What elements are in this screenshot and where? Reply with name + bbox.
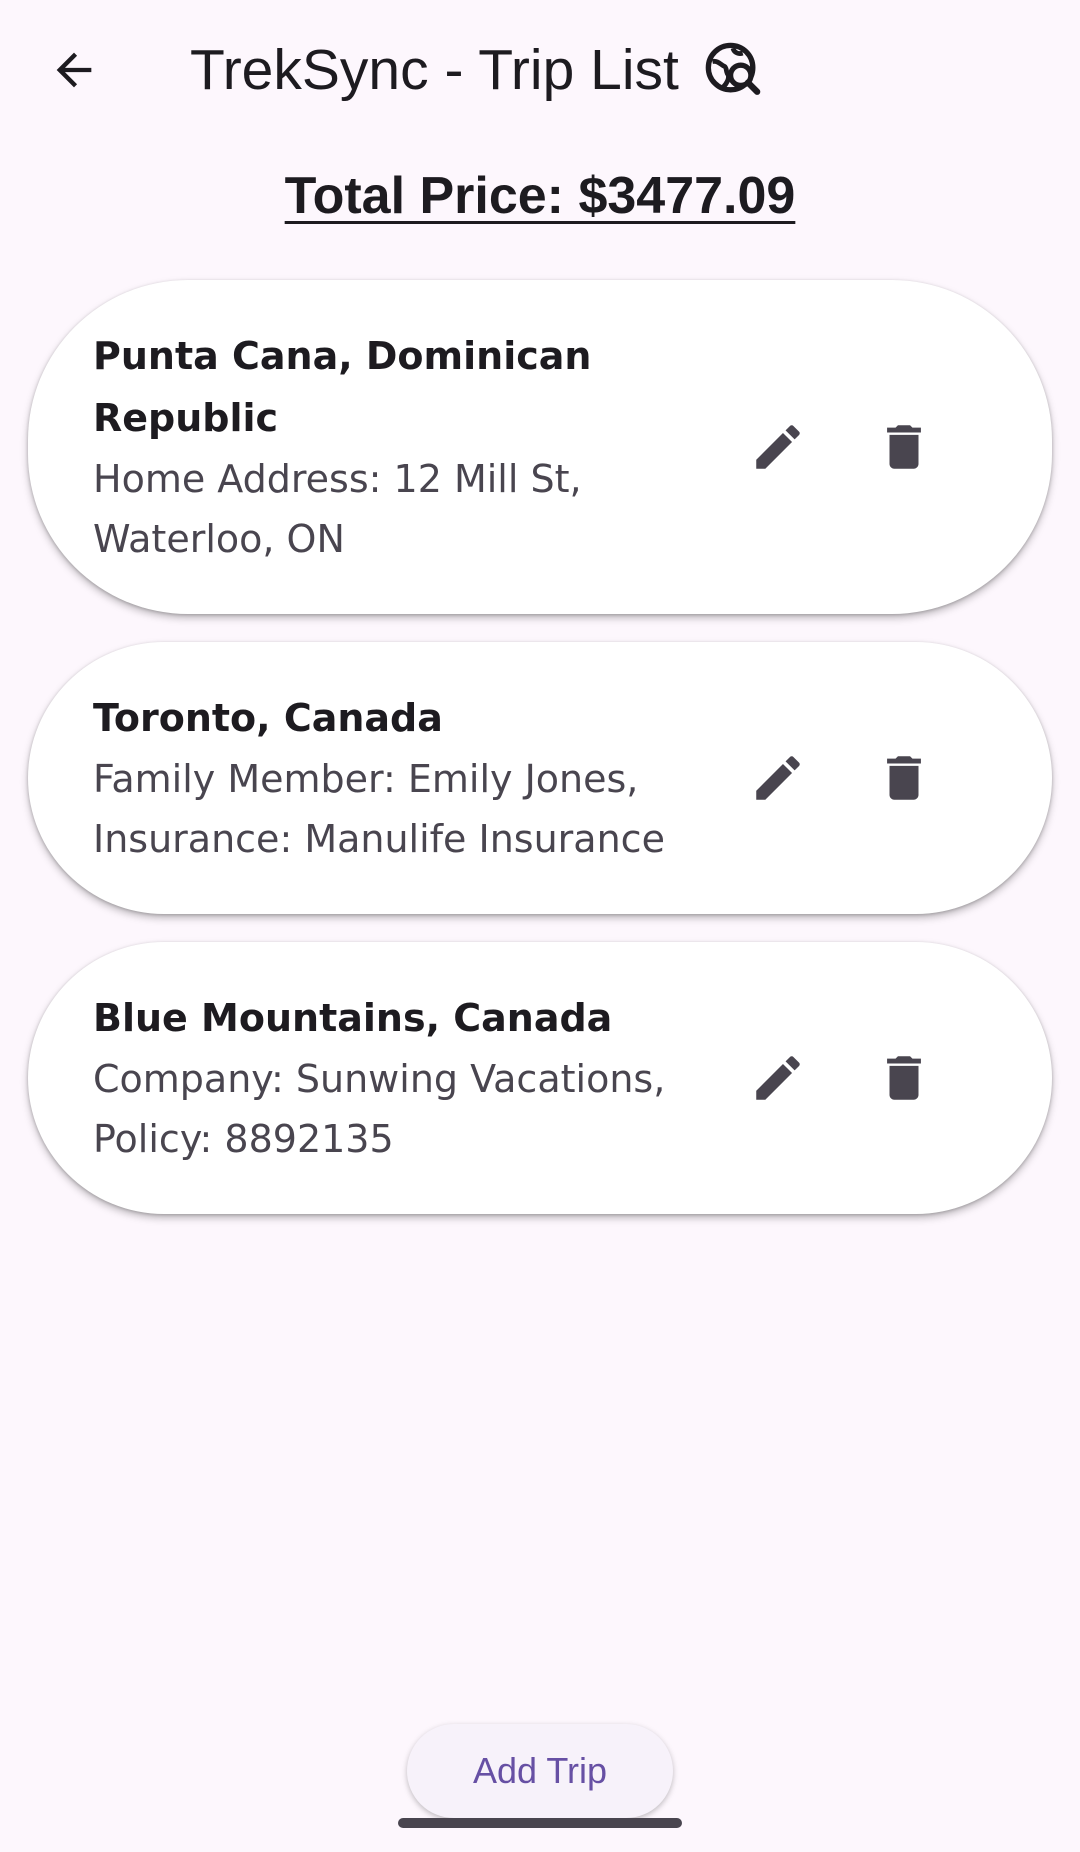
edit-icon — [756, 1056, 800, 1100]
trip-list: Punta Cana, Dominican Republic Home Addr… — [28, 280, 1052, 1242]
trip-card[interactable]: Punta Cana, Dominican Republic Home Addr… — [28, 280, 1052, 614]
back-button[interactable] — [40, 36, 108, 104]
page-title: TrekSync - Trip List — [190, 38, 679, 102]
edit-icon — [756, 425, 800, 469]
trip-actions — [730, 1030, 952, 1126]
delete-trip-button[interactable] — [856, 1030, 952, 1126]
trip-text: Toronto, Canada Family Member: Emily Jon… — [93, 687, 733, 869]
total-price-label: Total Price: $3477.09 — [284, 167, 796, 225]
trip-text: Blue Mountains, Canada Company: Sunwing … — [93, 987, 733, 1169]
delete-icon — [887, 756, 921, 800]
trip-card[interactable]: Toronto, Canada Family Member: Emily Jon… — [28, 642, 1052, 914]
trip-subtitle: Home Address: 12 Mill St, Waterloo, ON — [93, 457, 582, 561]
edit-trip-button[interactable] — [730, 1030, 826, 1126]
arrow-back-icon — [56, 52, 92, 88]
trip-actions — [730, 730, 952, 826]
trip-subtitle: Family Member: Emily Jones, Insurance: M… — [93, 757, 665, 861]
app-bar: TrekSync - Trip List — [0, 0, 1080, 136]
app-bar-title-group: TrekSync - Trip List — [190, 30, 763, 110]
delete-icon — [887, 1056, 921, 1100]
edit-icon — [756, 756, 800, 800]
trip-card[interactable]: Blue Mountains, Canada Company: Sunwing … — [28, 942, 1052, 1214]
trip-actions — [730, 399, 952, 495]
edit-trip-button[interactable] — [730, 730, 826, 826]
trip-text: Punta Cana, Dominican Republic Home Addr… — [93, 325, 733, 569]
delete-trip-button[interactable] — [856, 399, 952, 495]
trip-title: Punta Cana, Dominican Republic — [93, 334, 592, 440]
delete-icon — [887, 425, 921, 469]
add-trip-button[interactable]: Add Trip — [407, 1724, 673, 1818]
trip-title: Blue Mountains, Canada — [93, 996, 613, 1040]
delete-trip-button[interactable] — [856, 730, 952, 826]
trip-title: Toronto, Canada — [93, 696, 443, 740]
home-indicator[interactable] — [398, 1818, 682, 1828]
travel-explore-icon — [703, 40, 763, 100]
trip-subtitle: Company: Sunwing Vacations, Policy: 8892… — [93, 1057, 666, 1161]
edit-trip-button[interactable] — [730, 399, 826, 495]
